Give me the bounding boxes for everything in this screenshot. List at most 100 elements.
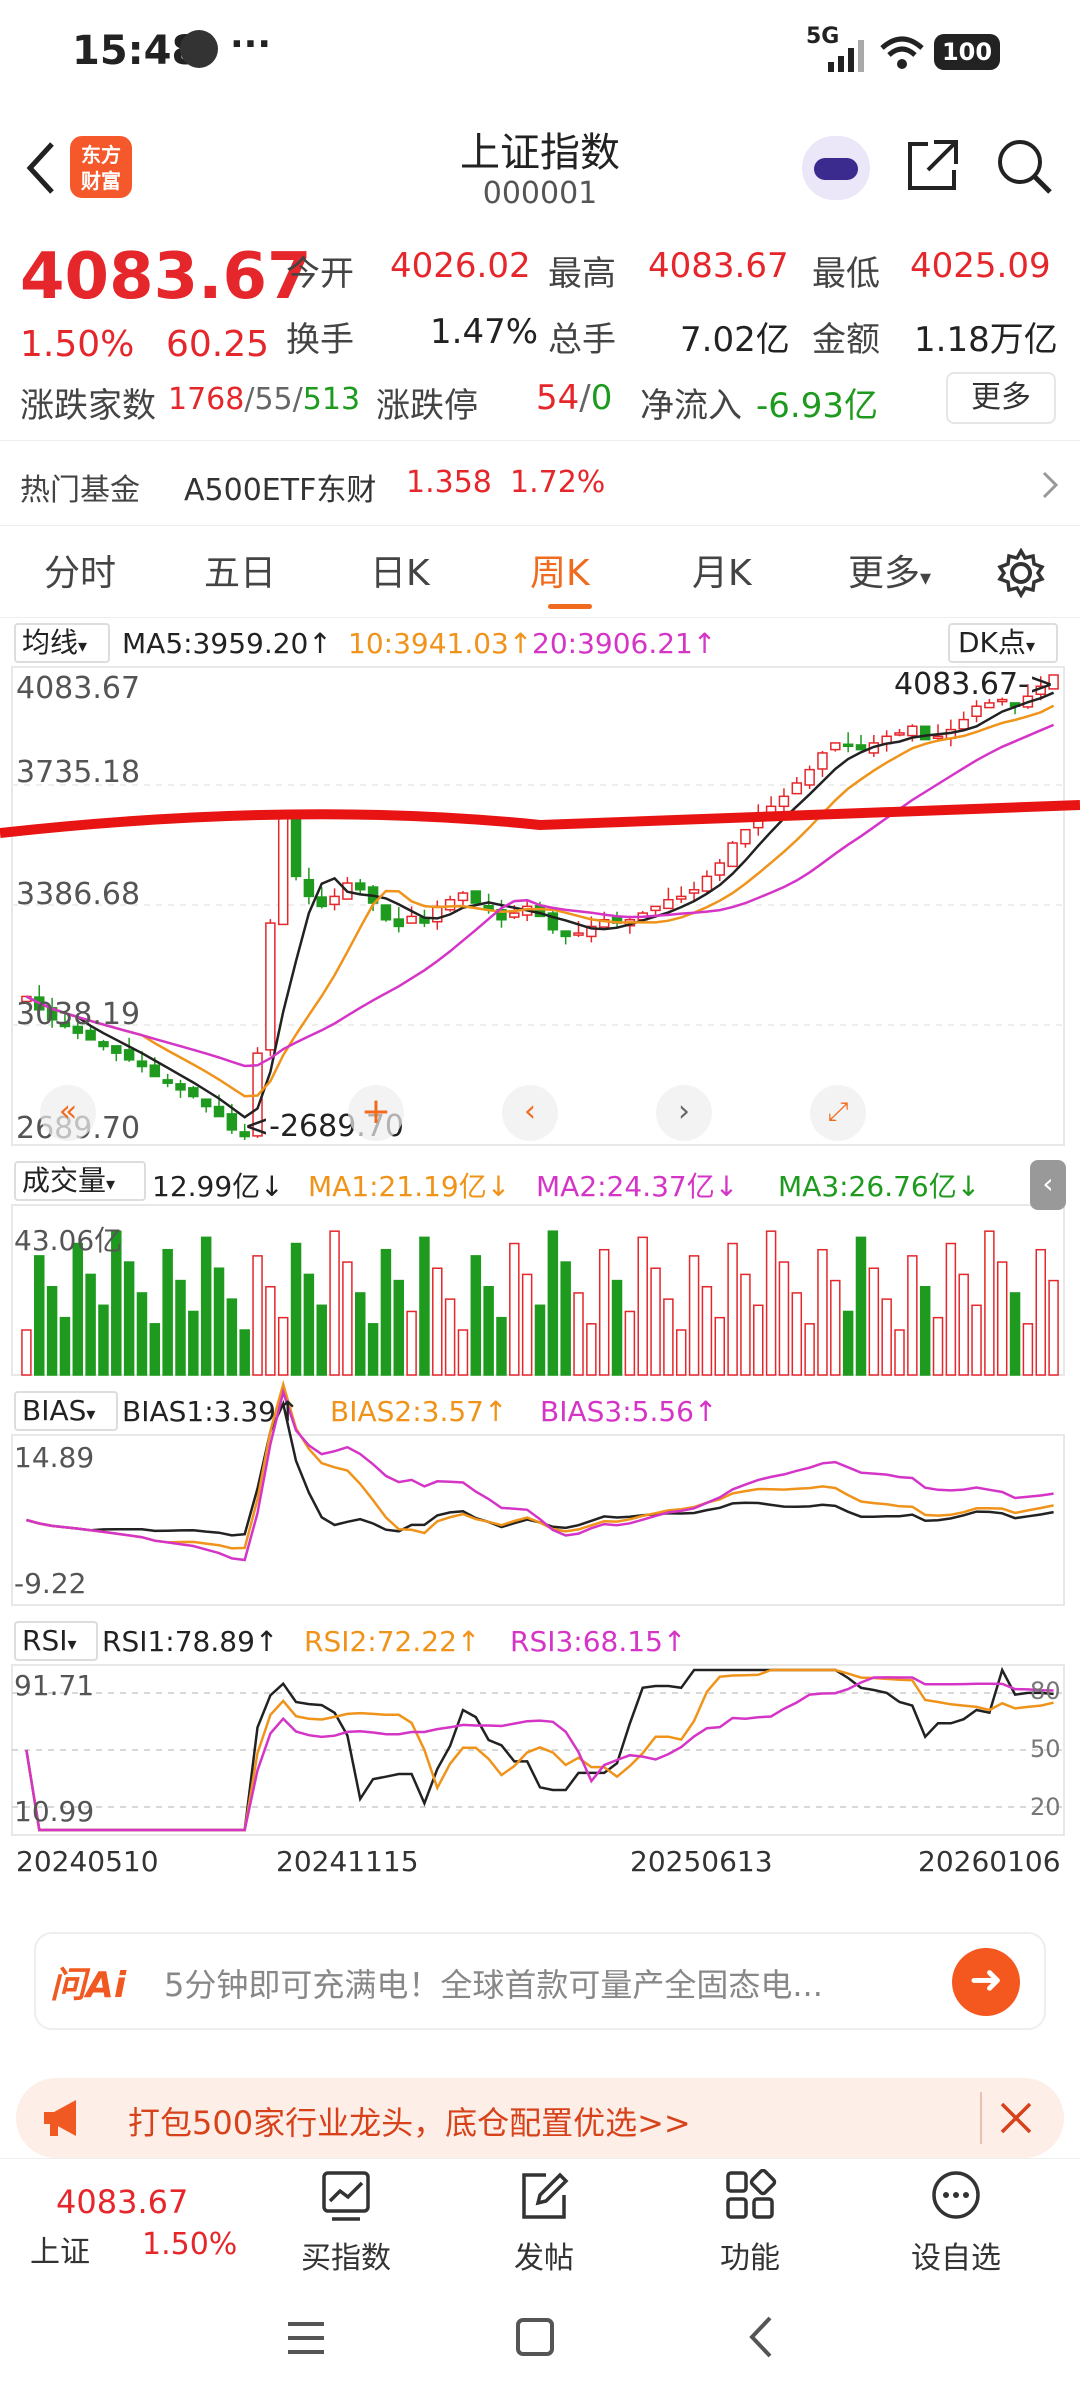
zoom-in-icon[interactable]: + xyxy=(348,1085,404,1141)
collapse-panel-icon[interactable]: ‹ xyxy=(1030,1160,1066,1210)
search-icon[interactable] xyxy=(994,136,1054,196)
hand-drawn-support-line xyxy=(0,800,1080,838)
breadth-label: 涨跌家数 xyxy=(20,386,156,426)
rsi3-legend: RSI3:68.15↑ xyxy=(510,1625,687,1658)
volume-bar xyxy=(701,1286,713,1376)
volume-bar xyxy=(1035,1248,1046,1376)
volume-bar xyxy=(393,1279,405,1376)
promo-banner[interactable]: 打包500家行业龙头，底仓配置优选>> xyxy=(16,2078,1064,2158)
index-summary-pct: 1.50% xyxy=(142,2227,238,2262)
volume-bar xyxy=(470,1255,482,1376)
breadth-values: 1768/55/513 xyxy=(168,382,361,417)
tab-weekly-k[interactable]: 周K xyxy=(530,544,590,596)
volume-bar xyxy=(98,1304,109,1376)
turnover-label: 换手 xyxy=(286,320,354,360)
index-summary[interactable]: 4083.67 上证 1.50% xyxy=(0,2159,240,2279)
volume-bar xyxy=(560,1261,571,1376)
nav-add-watchlist[interactable]: 设自选 xyxy=(876,2169,1036,2277)
home-square-icon[interactable] xyxy=(514,2316,556,2358)
system-back-icon[interactable] xyxy=(746,2314,776,2360)
volume-bar xyxy=(727,1242,738,1376)
candle xyxy=(971,705,982,718)
bias1-legend: BIAS1:3.39↑ xyxy=(122,1395,300,1428)
volume-bar xyxy=(46,1286,58,1376)
limit-up: 54 xyxy=(536,378,580,418)
robot-assistant-icon[interactable] xyxy=(802,136,870,200)
volume-bar xyxy=(907,1255,918,1376)
tab-intraday[interactable]: 分时 xyxy=(44,544,116,596)
candle xyxy=(560,930,571,938)
candle xyxy=(573,932,584,936)
scroll-right-icon[interactable]: › xyxy=(656,1085,712,1141)
change-abs: 60.25 xyxy=(166,324,270,365)
system-navigation xyxy=(0,2278,1080,2400)
volume-bar xyxy=(483,1286,494,1376)
volume-bar xyxy=(958,1273,969,1376)
candle xyxy=(329,895,340,906)
close-icon[interactable] xyxy=(998,2100,1034,2136)
promo-text: 打包500家行业龙头，底仓配置优选>> xyxy=(128,2104,691,2142)
tab-more[interactable]: 更多▾ xyxy=(848,544,931,596)
scroll-left-icon[interactable]: ‹ xyxy=(502,1085,558,1141)
more-dots-icon xyxy=(932,2171,980,2219)
volume-ma1-legend: MA1:21.19亿↓ xyxy=(308,1170,511,1203)
share-icon[interactable] xyxy=(904,136,962,194)
ai-assistant-bar[interactable]: 问Ai 5分钟即可充满电！全球首款可量产全固态电... ➜ xyxy=(34,1932,1046,2030)
megaphone-icon xyxy=(44,2100,76,2136)
volume-bar xyxy=(149,1323,161,1376)
candle xyxy=(804,768,815,786)
volume-bar xyxy=(123,1261,135,1376)
status-more: ··· xyxy=(230,24,272,65)
bias-selector[interactable]: BIAS▾ xyxy=(14,1391,118,1431)
candle xyxy=(650,905,661,912)
menu-icon[interactable] xyxy=(284,2318,328,2358)
kline-chart-area: 均线▾ MA5:3959.20↑ 10:3941.03↑ 20:3906.21↑… xyxy=(0,615,1080,1915)
limit-label: 涨跌停 xyxy=(376,386,478,426)
tab-monthly-k[interactable]: 月K xyxy=(692,544,752,596)
candle xyxy=(932,735,944,740)
nav-functions[interactable]: 功能 xyxy=(670,2168,830,2277)
candle xyxy=(791,782,803,795)
candle xyxy=(842,743,854,748)
volume-selector[interactable]: 成交量▾ xyxy=(14,1161,146,1201)
volume-bar xyxy=(444,1298,456,1376)
amount-value: 1.18万亿 xyxy=(914,320,1058,360)
volume-bar xyxy=(894,1329,905,1376)
kline-chart-svg[interactable] xyxy=(0,615,1080,1915)
nav-buy-index[interactable]: 买指数 xyxy=(266,2169,426,2277)
volume-bar xyxy=(226,1298,238,1376)
volume-bar xyxy=(136,1292,148,1376)
rsi-ref-20: 20 xyxy=(1030,1793,1061,1821)
scroll-far-left-icon[interactable]: « xyxy=(40,1085,96,1141)
hot-fund-bar[interactable]: 热门基金 A500ETF东财 1.358 1.72% xyxy=(0,440,1080,526)
ma20-line xyxy=(25,723,1055,1068)
volume-bar xyxy=(573,1292,584,1376)
settings-gear-icon[interactable] xyxy=(996,548,1046,598)
volume-bar xyxy=(753,1304,764,1376)
nav-post[interactable]: 发帖 xyxy=(464,2169,624,2277)
nav-functions-label: 功能 xyxy=(720,2241,780,2276)
nav-add-watchlist-label: 设自选 xyxy=(911,2241,1001,2276)
app-header: 东方财富 上证指数 000001 xyxy=(0,100,1080,226)
volume-bar xyxy=(457,1329,469,1376)
volume-bar xyxy=(521,1273,533,1376)
price-axis-label-3: 3386.68 xyxy=(16,877,141,912)
volume-bar xyxy=(1048,1279,1059,1376)
rsi-selector[interactable]: RSI▾ xyxy=(14,1621,98,1661)
hot-fund-label: 热门基金 xyxy=(20,473,140,508)
ai-send-arrow-icon[interactable]: ➜ xyxy=(952,1948,1020,2016)
candle xyxy=(688,888,700,894)
price-axis-label-2: 3735.18 xyxy=(16,755,141,790)
tab-daily-k[interactable]: 日K xyxy=(370,544,430,596)
netflow-label: 净流入 xyxy=(640,386,742,426)
fullscreen-icon[interactable]: ⤢ xyxy=(810,1085,866,1141)
tab-five-day[interactable]: 五日 xyxy=(204,544,276,596)
candle xyxy=(919,725,931,741)
volume-bar xyxy=(675,1329,687,1376)
low-value: 4025.09 xyxy=(910,246,1051,286)
volume-bar xyxy=(252,1255,263,1376)
volume-bar xyxy=(175,1279,186,1376)
volume-bar xyxy=(432,1267,443,1376)
more-button[interactable]: 更多 xyxy=(946,372,1056,424)
candle xyxy=(675,895,687,900)
